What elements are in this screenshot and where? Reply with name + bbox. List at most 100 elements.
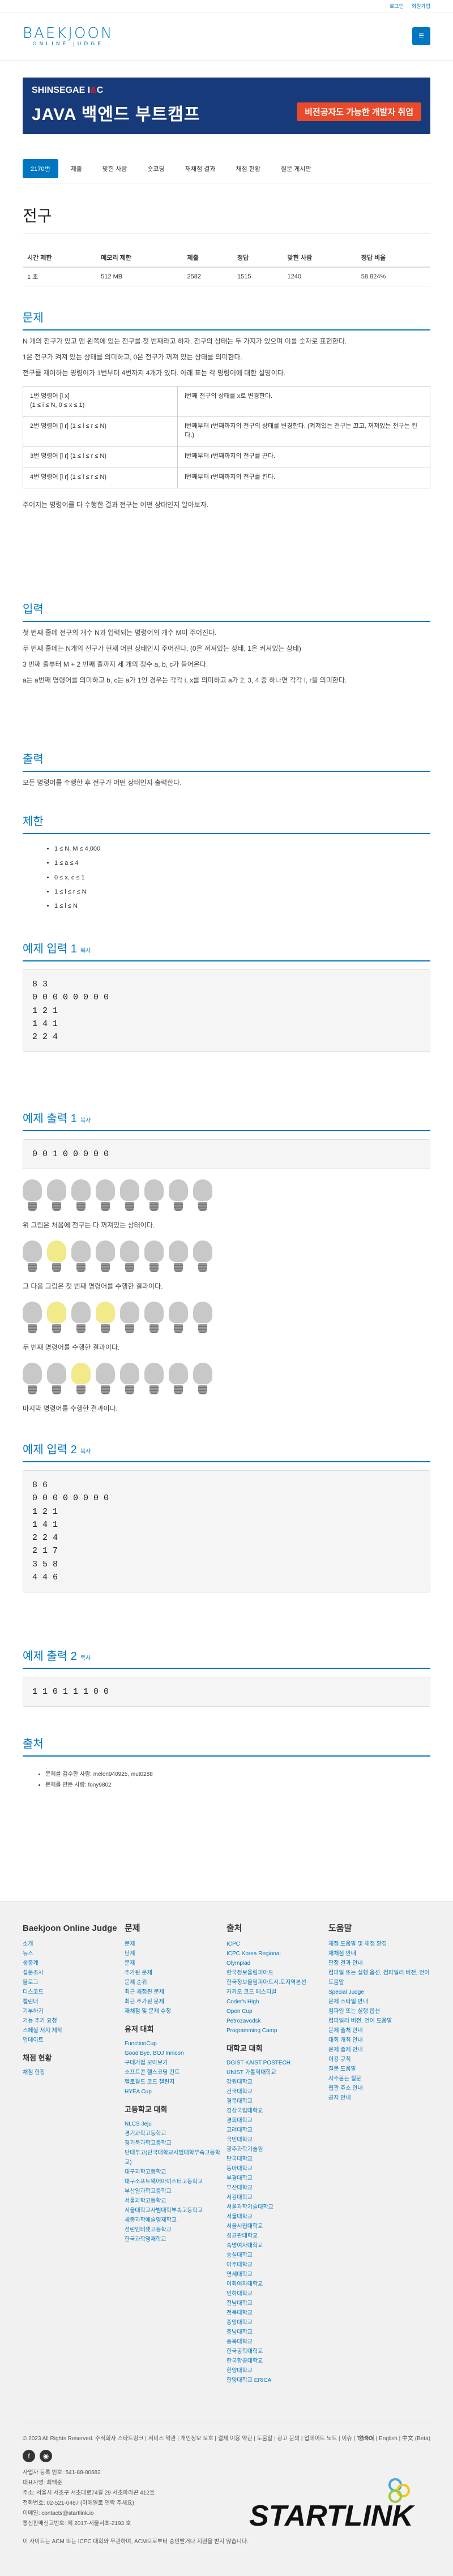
footer-link[interactable]: 숙명여자대학교 — [226, 2241, 328, 2251]
footer-link[interactable]: 인하대학교 — [226, 2289, 328, 2299]
footer-link[interactable]: 재채점 및 문제 수정 — [125, 2007, 226, 2016]
copy-button[interactable]: 복사 — [80, 948, 91, 954]
footer-link[interactable]: 이용 규칙 — [328, 2055, 430, 2064]
footer-link[interactable]: 업데이트 — [23, 2036, 125, 2045]
footer-link[interactable]: 단계 — [125, 1949, 226, 1959]
footer-link[interactable]: 재채점 안내 — [328, 1949, 430, 1959]
footer-link[interactable]: 경기북과학고등학교 — [125, 2139, 226, 2148]
language-switch[interactable]: 한국어 | English | 中文 (Beta) — [358, 2434, 430, 2444]
footer-link[interactable]: 대회 개최 안내 — [328, 2036, 430, 2045]
menu-icon[interactable]: ≡ — [412, 27, 430, 45]
tab-board[interactable]: 질문 게시판 — [273, 159, 319, 178]
login-link[interactable]: 로그인 — [390, 2, 404, 10]
footer-link[interactable]: 캘린더 — [23, 1997, 125, 2007]
tab-solved-users[interactable]: 맞힌 사람 — [95, 159, 135, 178]
site-logo[interactable]: BAEKJOON ONLINE JUDGE — [23, 26, 113, 47]
ad-banner[interactable]: SHINSEGAE I&C JAVA 백엔드 부트캠프 비전공자도 가능한 개발… — [23, 78, 430, 134]
footer-link[interactable]: Olympiad — [226, 1959, 328, 1968]
footer-link[interactable]: ICPC — [226, 1939, 328, 1949]
footer-link[interactable]: 디스코드 — [23, 1987, 125, 1997]
footer-link[interactable]: 소프트콘 헬스코딩 컨트 — [125, 2068, 226, 2077]
footer-link[interactable]: 한국정보올림피아드 — [226, 1968, 328, 1978]
footer-link[interactable]: 숭실대학교 — [226, 2251, 328, 2260]
copy-button[interactable]: 복사 — [80, 1449, 91, 1455]
sample-output-box[interactable]: 0 0 1 0 0 0 0 0 — [23, 1139, 430, 1170]
footer-link[interactable]: 서울대학교 — [226, 2212, 328, 2222]
footer-link[interactable]: 전북대학교 — [226, 2308, 328, 2318]
footer-link[interactable]: 성균관대학교 — [226, 2231, 328, 2241]
github-icon[interactable]: ◉ — [40, 2450, 52, 2462]
footer-link[interactable]: 최근 채점된 문제 — [125, 1987, 226, 1997]
footer-link[interactable]: 동아대학교 — [226, 2164, 328, 2174]
footer-link[interactable]: Coder's High — [226, 1997, 328, 2007]
footer-link[interactable]: 연세대학교 — [226, 2270, 328, 2279]
footer-link[interactable]: 이화여자대학교 — [226, 2279, 328, 2289]
footer-link[interactable]: 생중계 — [23, 1959, 125, 1968]
footer-link[interactable]: HYEA Cup — [125, 2087, 226, 2097]
footer-link[interactable]: 대구과학고등학교 — [125, 2167, 226, 2177]
footer-link[interactable]: 채점 도움말 및 채점 환경 — [328, 1939, 430, 1949]
footer-link[interactable]: NLCS Jeju — [125, 2119, 226, 2129]
footer-link[interactable]: 단대부고(단국대학교사범대학부속고등학교) — [125, 2148, 226, 2167]
footer-link[interactable]: 서울과학기술대학교 — [226, 2203, 328, 2212]
footer-links[interactable]: 서비스 약관 | 개인정보 보호 | 결제 이용 약관 | 도움말 | 광고 문… — [148, 2436, 373, 2442]
footer-link[interactable]: 기부하기 — [23, 2007, 125, 2016]
footer-link[interactable]: 최근 추가된 문제 — [125, 1997, 226, 2007]
footer-link[interactable]: 문제 순위 — [125, 1978, 226, 1987]
footer-link[interactable]: 스페셜 저지 제작 — [23, 2026, 125, 2036]
footer-link[interactable]: 한국항공대학교 — [226, 2356, 328, 2366]
footer-link[interactable]: 고려대학교 — [226, 2126, 328, 2135]
tab-rejudge[interactable]: 재채점 결과 — [177, 159, 224, 178]
footer-link[interactable]: 충남대학교 — [226, 2328, 328, 2337]
footer-link[interactable]: 세종과학예술영재학교 — [125, 2216, 226, 2225]
footer-link[interactable]: 판정 결과 안내 — [328, 1959, 430, 1968]
footer-link[interactable]: Open Cup — [226, 2007, 328, 2016]
footer-link[interactable]: 웹관 주소 안내 — [328, 2084, 430, 2093]
footer-link[interactable]: UNIST 가톨릭대학교 — [226, 2068, 328, 2077]
tab-short-coding[interactable]: 숏코딩 — [139, 159, 172, 178]
footer-link[interactable]: 블로그 — [23, 1978, 125, 1987]
footer-link[interactable]: FunctionCup — [125, 2039, 226, 2049]
footer-link[interactable]: Special Judge — [328, 1987, 430, 1997]
footer-link[interactable]: 서울시립대학교 — [226, 2222, 328, 2231]
footer-link[interactable]: 뉴스 — [23, 1949, 125, 1959]
footer-link[interactable]: 부산대학교 — [226, 2183, 328, 2193]
footer-link[interactable]: 충북대학교 — [226, 2337, 328, 2347]
footer-link[interactable]: 한국공학대학교 — [226, 2347, 328, 2356]
tab-problem[interactable]: 2170번 — [23, 159, 58, 178]
footer-link[interactable]: 서울대학교사범대학부속고등학교 — [125, 2206, 226, 2216]
footer-link[interactable]: 공지 안내 — [328, 2093, 430, 2103]
footer-link[interactable]: 선린인터넷고등학교 — [125, 2225, 226, 2235]
footer-link[interactable]: ICPC Korea Regional — [226, 1949, 328, 1959]
footer-link[interactable]: Good Bye, BOJ Innicon — [125, 2049, 226, 2058]
footer-link[interactable]: 대구소프트웨어마이스터고등학교 — [125, 2177, 226, 2187]
footer-link[interactable]: 문제 — [125, 1939, 226, 1949]
sample-input-box[interactable]: 8 3 0 0 0 0 0 0 0 0 1 2 1 1 4 1 2 2 4 — [23, 969, 430, 1053]
footer-link[interactable]: 부경대학교 — [226, 2174, 328, 2183]
footer-link[interactable]: 경북대학교 — [226, 2097, 328, 2106]
footer-link[interactable]: 설문조사 — [23, 1968, 125, 1978]
footer-link[interactable]: 중앙대학교 — [226, 2318, 328, 2328]
footer-link[interactable]: 한양대학교 — [226, 2366, 328, 2376]
footer-link[interactable]: 채점 현황 — [23, 2068, 125, 2077]
footer-link[interactable]: 추가된 문제 — [125, 1968, 226, 1978]
footer-link[interactable]: 자주묻는 질문 — [328, 2074, 430, 2084]
tab-submit[interactable]: 제출 — [63, 159, 90, 178]
footer-link[interactable]: 건국대학교 — [226, 2087, 328, 2097]
footer-link[interactable]: 기능 추가 요청 — [23, 2016, 125, 2026]
copy-button[interactable]: 복사 — [80, 1118, 91, 1124]
footer-link[interactable]: 국민대학교 — [226, 2135, 328, 2145]
footer-link[interactable]: 문제 — [125, 1959, 226, 1968]
tab-status[interactable]: 채점 현황 — [228, 159, 268, 178]
signup-link[interactable]: 회원가입 — [412, 2, 430, 10]
sample-input-box[interactable]: 8 6 0 0 0 0 0 0 0 0 1 2 1 1 4 1 2 2 4 2 … — [23, 1470, 430, 1592]
footer-link[interactable]: 서강대학교 — [226, 2193, 328, 2203]
footer-link[interactable]: 컴파일 또는 실행 옵션, 컴파일러 버전, 언어 도움말 — [328, 1968, 430, 1987]
footer-link[interactable]: 구데기컵 모아보기 — [125, 2058, 226, 2068]
footer-link[interactable]: 소개 — [23, 1939, 125, 1949]
facebook-icon[interactable]: f — [23, 2450, 35, 2462]
footer-link[interactable]: 서울과학고등학교 — [125, 2196, 226, 2206]
footer-link[interactable]: 카카오 코드 페스티벌 — [226, 1987, 328, 1997]
footer-link[interactable]: 문제 출처 안내 — [328, 2026, 430, 2036]
footer-link[interactable]: Petrozavodsk — [226, 2016, 328, 2026]
